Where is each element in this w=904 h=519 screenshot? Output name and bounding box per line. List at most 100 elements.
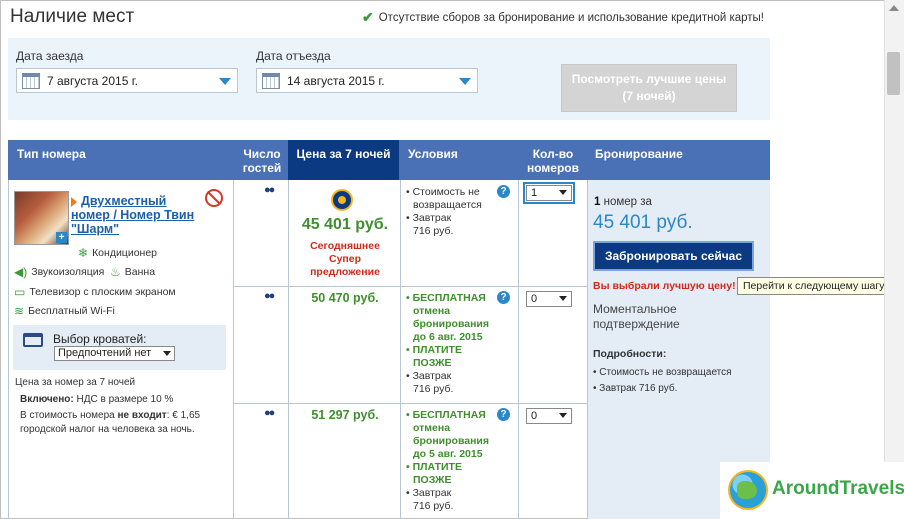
amenity-bath-label: Ванна [124,266,156,278]
included-value: НДС в размере 10 % [76,394,174,405]
rate-1-deal: Сегодняшнее Супер предложение [290,240,400,279]
rate-1-conditions: • Стоимость не возвращается • Завтрак 71… [406,186,482,238]
checkout-label: Дата отъезда [256,49,331,63]
snowflake-icon: ❄ [78,246,89,260]
guests-icon: ●● [264,290,275,302]
deal-line1: Сегодняшнее [310,240,380,252]
room-photo[interactable]: + [14,191,69,245]
room-name-line3: "Шарм" [71,222,120,236]
guests-icon: ●● [264,407,275,419]
price-note: Цена за номер за 7 ночей [15,377,136,388]
rate-3-qty-value: 0 [531,410,538,422]
room-name-line1: Двухместный [81,194,167,208]
checkout-select[interactable]: 14 августа 2015 г. [256,68,478,93]
amenity-tv-label: Телевизор с плоским экраном [29,286,176,298]
best-prices-button[interactable]: Посмотреть лучшие цены (7 ночей) [561,64,737,112]
amenity-wifi: ≋ Бесплатный Wi-Fi [14,304,115,318]
cond-text: • БЕСПЛАТНАЯ [406,409,486,421]
instant-line2: подтверждение [593,317,680,331]
amenity-soundproof-label: Звукоизоляция [31,266,105,278]
chevron-down-icon [459,78,471,85]
checkin-label: Дата заезда [16,49,84,63]
rate-2-qty-value: 0 [531,293,538,305]
cond-text: • ПЛАТИТЕ [406,461,462,473]
room-name-link[interactable]: Двухместный номер / Номер Твин "Шарм" [71,194,211,236]
detail-item: • Стоимость не возвращается [593,367,732,378]
help-icon[interactable]: ? [497,185,510,198]
checkmark-icon: ✔ [362,9,374,25]
cond-text: • Завтрак [406,487,452,499]
help-icon[interactable]: ? [497,408,510,421]
deal-line3: предложение [310,266,380,278]
help-icon[interactable]: ? [497,291,510,304]
book-now-button[interactable]: Забронировать сейчас [593,241,754,271]
cond-text: • Стоимость не [406,186,480,198]
calendar-icon [22,72,40,89]
amenity-bath: ♨ Ванна [110,265,155,279]
header-price: Цена за 7 ночей [288,140,399,180]
header-booking: Бронирование [595,147,683,161]
checkin-value: 7 августа 2015 г. [47,73,138,88]
speaker-icon: ◀) [14,265,28,279]
bed-choice-select[interactable]: Предпочтений нет [54,346,175,361]
details-label: Подробности: [593,348,667,360]
cond-text: до 6 авг. 2015 [413,331,483,343]
booking-total: 45 401 руб. [593,212,693,233]
best-choice-text: Вы выбрали лучшую цену! [593,280,736,292]
bathtub-icon: ♨ [110,265,121,279]
instant-line1: Моментальное [593,302,677,316]
amenity-tv: ▭ Телевизор с плоским экраном [14,285,176,299]
cond-text: до 5 авг. 2015 [413,448,483,460]
best-prices-label: Посмотреть лучшие цены [571,72,727,86]
chevron-down-icon [559,413,567,418]
bed-choice-label: Выбор кроватей: [53,332,147,346]
cond-text: отмена [413,422,451,434]
cond-text: • Завтрак [406,370,452,382]
amenity-ac: ❄ Кондиционер [78,246,157,260]
watermark-text: AroundTravels [772,478,904,499]
deal-badge-icon [331,189,353,211]
cond-text: 716 руб. [413,500,454,512]
rate-1-qty-select[interactable]: 1 [523,182,575,204]
rate-2-qty-select[interactable]: 0 [526,291,572,307]
cond-text: ПОЗЖЕ [413,474,452,486]
excluded-tail: : € 1,65 [166,410,201,421]
header-conditions: Условия [408,147,458,161]
grid-line [518,180,519,519]
tooltip: Перейти к следующему шагу [737,277,891,295]
cond-text: отмена [413,305,451,317]
scroll-thumb[interactable] [887,52,900,95]
rate-3-qty-select[interactable]: 0 [526,408,572,424]
rate-3-conditions: • БЕСПЛАТНАЯ отмена бронирования до 5 ав… [406,409,489,513]
cond-text: бронирования [413,318,490,330]
rate-2-conditions: • БЕСПЛАТНАЯ отмена бронирования до 6 ав… [406,292,489,396]
amenity-wifi-label: Бесплатный Wi-Fi [28,305,115,317]
excluded-note: В стоимость номера не входит: € 1,65 гор… [20,409,230,437]
cond-text: • ПЛАТИТЕ [406,344,462,356]
excluded-bold: не входит [117,410,167,421]
deal-line2: Супер [328,253,362,265]
scroll-up-icon[interactable] [889,5,899,11]
chevron-down-icon [559,190,567,195]
page-title: Наличие мест [10,6,135,27]
checkin-select[interactable]: 7 августа 2015 г. [16,68,238,93]
best-prices-sub: (7 ночей) [622,89,676,103]
rate-1-qty-value: 1 [531,187,538,199]
grid-line [400,180,401,519]
tv-icon: ▭ [14,285,26,299]
instant-confirmation: Моментальное подтверждение [593,302,763,332]
cond-text: 716 руб. [413,383,454,395]
arrow-right-icon [71,196,77,207]
cond-text: 716 руб. [413,225,454,237]
grid-line [233,403,587,404]
rate-3-price: 51 297 руб. [311,408,379,422]
booking-count: 1 номер за [594,196,652,208]
header-guests-line1: Число [243,147,281,161]
header-qty: Кол-во номеров [520,140,586,180]
no-fees-text: Отсутствие сборов за бронирование и испо… [378,11,765,24]
calendar-icon [262,72,280,89]
cond-text: • БЕСПЛАТНАЯ [406,292,486,304]
amenity-ac-label: Кондиционер [92,247,158,259]
booking-count-number: 1 [594,196,601,208]
grid-line [233,180,234,519]
